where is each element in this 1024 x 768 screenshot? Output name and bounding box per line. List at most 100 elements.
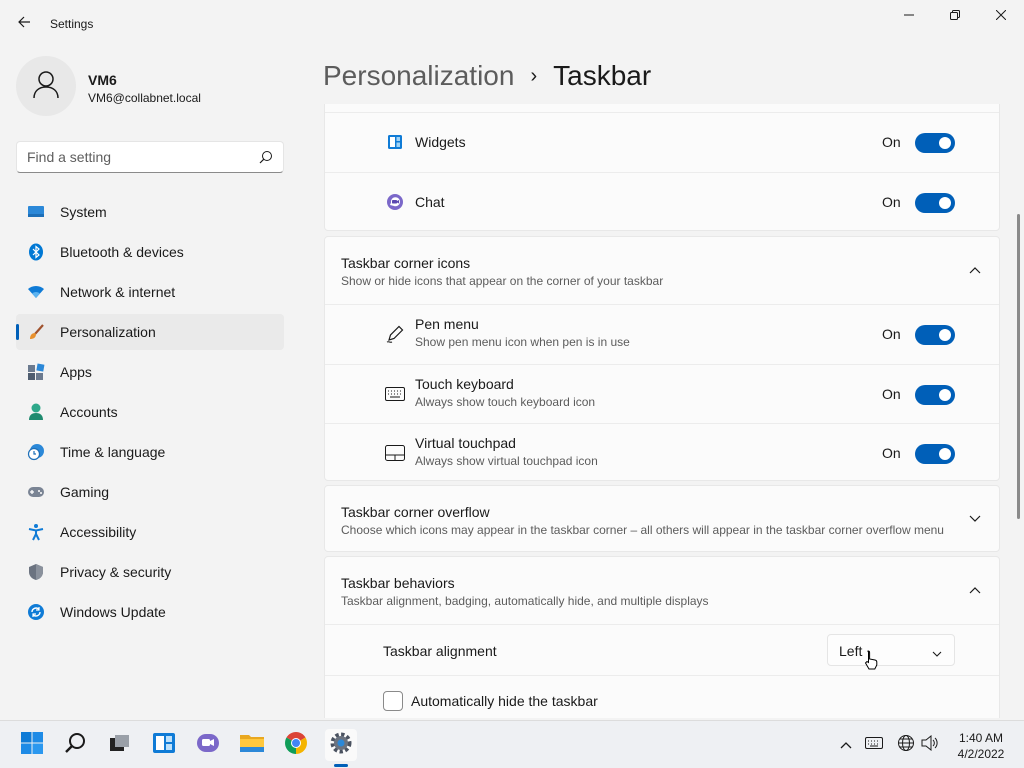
start-button[interactable]: [16, 729, 48, 761]
pen-menu-label: Pen menu: [415, 316, 479, 332]
file-explorer-button[interactable]: [236, 729, 268, 761]
touch-keyboard-state: On: [882, 386, 901, 402]
taskbar-clock[interactable]: 1:40 AM 4/2/2022: [950, 730, 1012, 762]
globe-icon: [897, 734, 915, 757]
widgets-icon: [152, 732, 176, 759]
sidebar-item-windows-update[interactable]: Windows Update: [16, 594, 284, 630]
behaviors-description: Taskbar alignment, badging, automaticall…: [341, 594, 709, 608]
sidebar-item-accounts[interactable]: Accounts: [16, 394, 284, 430]
mouse-pointer-icon: [864, 650, 878, 675]
chevron-up-icon[interactable]: [967, 582, 983, 598]
brush-icon: [27, 323, 45, 341]
minimize-button[interactable]: [886, 0, 932, 32]
sidebar-item-system[interactable]: System: [16, 194, 284, 230]
behaviors-card: Taskbar behaviors Taskbar alignment, bad…: [324, 556, 1000, 718]
sidebar-item-label: Bluetooth & devices: [60, 244, 184, 260]
search-icon: [65, 732, 87, 759]
corner-icons-description: Show or hide icons that appear on the co…: [341, 274, 664, 288]
volume-tray-button[interactable]: [920, 734, 940, 756]
taskbar-search-button[interactable]: [60, 729, 92, 761]
touch-keyboard-toggle[interactable]: [915, 385, 955, 405]
search-box[interactable]: [16, 141, 284, 173]
sidebar-item-label: Accounts: [60, 404, 118, 420]
chat-taskbar-button[interactable]: [192, 729, 224, 761]
taskbar-items-card: Widgets On Chat On: [324, 104, 1000, 231]
shield-icon: [27, 563, 45, 581]
virtual-touchpad-description: Always show virtual touchpad icon: [415, 454, 598, 468]
touch-keyboard-row: Touch keyboard Always show touch keyboar…: [325, 365, 999, 423]
profile-name: VM6: [88, 72, 117, 88]
search-input[interactable]: [27, 149, 247, 165]
pen-menu-toggle[interactable]: [915, 325, 955, 345]
sidebar-item-network[interactable]: Network & internet: [16, 274, 284, 310]
breadcrumb: Personalization › Taskbar: [323, 58, 651, 94]
sidebar-item-time-language[interactable]: Time & language: [16, 434, 284, 470]
sidebar-item-gaming[interactable]: Gaming: [16, 474, 284, 510]
widgets-toggle[interactable]: [915, 133, 955, 153]
app-title: Settings: [50, 17, 94, 31]
chat-label: Chat: [415, 194, 445, 210]
chevron-up-icon[interactable]: [967, 262, 983, 278]
content-scrollbar[interactable]: [1017, 214, 1020, 519]
touch-keyboard-label: Touch keyboard: [415, 376, 514, 392]
behaviors-header[interactable]: Taskbar behaviors Taskbar alignment, bad…: [325, 557, 999, 624]
profile-email: VM6@collabnet.local: [88, 91, 201, 105]
sidebar-item-label: Accessibility: [60, 524, 137, 540]
network-tray-button[interactable]: [896, 734, 916, 757]
pen-menu-description: Show pen menu icon when pen is in use: [415, 335, 630, 349]
chat-toggle[interactable]: [915, 193, 955, 213]
chevron-down-icon[interactable]: [967, 511, 983, 527]
chat-icon: [385, 192, 405, 212]
account-icon: [27, 403, 45, 421]
back-button[interactable]: [10, 10, 38, 38]
windows-logo-icon: [21, 731, 43, 759]
corner-overflow-title: Taskbar corner overflow: [341, 504, 490, 520]
settings-taskbar-button[interactable]: [325, 729, 357, 761]
corner-overflow-card[interactable]: Taskbar corner overflow Choose which ico…: [324, 485, 1000, 552]
sidebar-item-personalization[interactable]: Personalization: [16, 314, 284, 350]
chrome-button[interactable]: [280, 729, 312, 761]
task-view-icon: [109, 733, 131, 758]
behaviors-title: Taskbar behaviors: [341, 575, 455, 591]
clock-date: 4/2/2022: [957, 747, 1005, 761]
user-profile[interactable]: VM6 VM6@collabnet.local: [16, 56, 296, 120]
sidebar-item-label: Network & internet: [60, 284, 176, 300]
pen-menu-state: On: [882, 326, 901, 342]
sidebar-item-bluetooth[interactable]: Bluetooth & devices: [16, 234, 284, 270]
chevron-down-icon: [932, 644, 942, 662]
sidebar-item-apps[interactable]: Apps: [16, 354, 284, 390]
sidebar-item-accessibility[interactable]: Accessibility: [16, 514, 284, 550]
taskbar-alignment-dropdown[interactable]: Left: [827, 634, 955, 666]
folder-icon: [239, 732, 265, 759]
widgets-state: On: [882, 134, 901, 150]
person-icon: [31, 69, 61, 104]
virtual-touchpad-row: Virtual touchpad Always show virtual tou…: [325, 424, 999, 482]
clock-time: 1:40 AM: [958, 731, 1004, 745]
sidebar-nav: System Bluetooth & devices Network & int…: [16, 194, 284, 634]
widgets-taskbar-button[interactable]: [148, 729, 180, 761]
task-view-button[interactable]: [104, 729, 136, 761]
autohide-checkbox[interactable]: [383, 691, 403, 711]
chat-row: Chat On: [325, 173, 999, 231]
taskbar-alignment-value: Left: [839, 643, 863, 659]
show-hidden-icons-button[interactable]: [836, 735, 856, 755]
sidebar-item-label: System: [60, 204, 107, 220]
corner-icons-header[interactable]: Taskbar corner icons Show or hide icons …: [325, 237, 999, 304]
breadcrumb-parent-link[interactable]: Personalization: [323, 60, 514, 92]
page-title: Taskbar: [553, 60, 652, 91]
windows-taskbar: 1:40 AM 4/2/2022: [0, 720, 1024, 768]
pen-menu-row: Pen menu Show pen menu icon when pen is …: [325, 305, 999, 363]
chat-icon: [196, 732, 220, 759]
maximize-button[interactable]: [932, 0, 978, 32]
touch-keyboard-description: Always show touch keyboard icon: [415, 395, 596, 409]
bluetooth-icon: [27, 243, 45, 261]
virtual-touchpad-toggle[interactable]: [915, 444, 955, 464]
sidebar-item-privacy[interactable]: Privacy & security: [16, 554, 284, 590]
widgets-label: Widgets: [415, 134, 466, 150]
clock-globe-icon: [27, 443, 45, 461]
close-button[interactable]: [978, 0, 1024, 32]
speaker-icon: [921, 734, 939, 756]
accessibility-icon: [27, 523, 45, 541]
touch-keyboard-tray-button[interactable]: [864, 735, 884, 755]
close-icon: [995, 7, 1007, 25]
